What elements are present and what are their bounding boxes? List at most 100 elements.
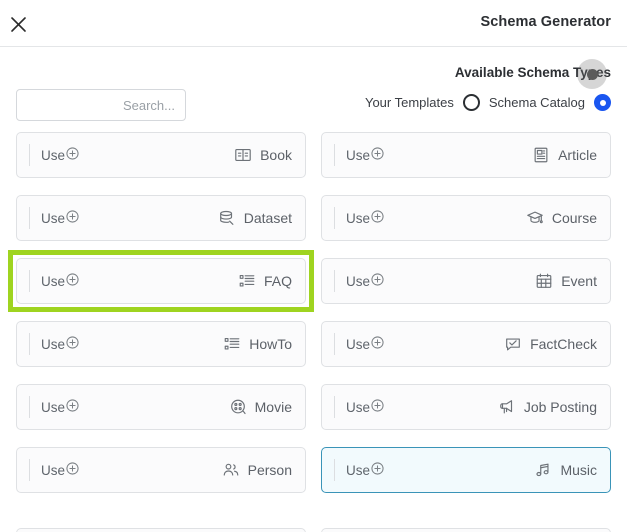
use-button[interactable]: Use [334, 270, 384, 292]
film-reel-icon [229, 398, 247, 416]
use-label: Use [41, 336, 66, 352]
plus-circle-icon [66, 147, 79, 163]
schema-type-name: Course [551, 210, 597, 226]
radio-schema-catalog[interactable] [594, 94, 611, 111]
plus-circle-icon [66, 273, 79, 289]
dialog-header: Schema Generator [0, 0, 627, 47]
use-button[interactable]: Use [29, 207, 79, 229]
schema-type-card-event[interactable]: Use Event [321, 258, 611, 304]
radio-label-schema-catalog: Schema Catalog [488, 95, 585, 110]
schema-type-card-dataset[interactable]: Use Dataset [16, 195, 306, 241]
use-label: Use [41, 273, 66, 289]
schema-type-card-movie[interactable]: Use Movie [16, 384, 306, 430]
plus-circle-icon [371, 147, 384, 163]
schema-type-card-article[interactable]: Use Article [321, 132, 611, 178]
card-partial-left[interactable] [16, 528, 306, 532]
schema-type-card-course[interactable]: Use Course [321, 195, 611, 241]
plus-circle-icon [371, 462, 384, 478]
schema-type-label-group: Course [526, 209, 597, 227]
use-button[interactable]: Use [334, 396, 384, 418]
schema-type-name: FactCheck [530, 336, 597, 352]
schema-type-card-job-posting[interactable]: Use Job Posting [321, 384, 611, 430]
plus-circle-icon [66, 399, 79, 415]
search-input[interactable] [16, 89, 186, 121]
use-button[interactable]: Use [334, 144, 384, 166]
use-button[interactable]: Use [334, 207, 384, 229]
schema-type-card-howto[interactable]: Use HowTo [16, 321, 306, 367]
use-label: Use [41, 462, 66, 478]
plus-circle-icon [66, 210, 79, 226]
schema-type-name: Event [561, 273, 597, 289]
schema-type-label-group: Dataset [218, 209, 292, 227]
use-label: Use [346, 399, 371, 415]
schema-type-label-group: Event [535, 272, 597, 290]
use-button[interactable]: Use [29, 333, 79, 355]
use-label: Use [41, 147, 66, 163]
schema-type-card-factcheck[interactable]: Use FactCheck [321, 321, 611, 367]
use-button[interactable]: Use [29, 396, 79, 418]
use-button[interactable]: Use [334, 333, 384, 355]
plus-circle-icon [371, 210, 384, 226]
use-label: Use [346, 336, 371, 352]
check-bubble-icon [504, 335, 522, 353]
schema-type-label-group: Movie [229, 398, 292, 416]
close-button[interactable] [4, 10, 32, 38]
use-button[interactable]: Use [29, 459, 79, 481]
schema-type-label-group: HowTo [223, 335, 292, 353]
schema-type-label-group: Person [222, 461, 292, 479]
graduation-cap-icon [526, 209, 544, 227]
schema-type-name: Job Posting [523, 399, 597, 415]
schema-generator-dialog: Schema Generator Available Schema Types … [0, 0, 627, 532]
radio-your-templates[interactable] [462, 94, 480, 111]
close-icon [9, 15, 28, 34]
search-box [16, 89, 186, 121]
plus-circle-icon [66, 462, 79, 478]
use-button[interactable]: Use [29, 144, 79, 166]
schema-type-name: HowTo [249, 336, 292, 352]
schema-type-card-faq[interactable]: Use FAQ [16, 258, 306, 304]
schema-type-grid: Use Book Use Article Use Dataset Use Course Use F… [0, 132, 627, 493]
schema-type-card-book[interactable]: Use Book [16, 132, 306, 178]
schema-type-label-group: Book [234, 146, 292, 164]
schema-type-label-group: Music [534, 461, 597, 479]
schema-type-label-group: Job Posting [498, 398, 597, 416]
schema-type-label-group: FAQ [238, 272, 292, 290]
schema-type-name: Music [560, 462, 597, 478]
plus-circle-icon [66, 336, 79, 352]
megaphone-icon [498, 398, 516, 416]
use-label: Use [346, 273, 371, 289]
source-toggle-group: Your Templates Schema Catalog [365, 94, 611, 111]
database-icon [218, 209, 236, 227]
music-note-icon [534, 461, 552, 479]
list-bullet-icon [223, 335, 241, 353]
use-label: Use [346, 210, 371, 226]
calendar-icon [535, 272, 553, 290]
schema-type-name: Dataset [243, 210, 292, 226]
use-button[interactable]: Use [29, 270, 79, 292]
schema-type-label-group: Article [532, 146, 597, 164]
controls-bar: Available Schema Types Your Templates Sc… [0, 47, 627, 132]
card-partial-right[interactable] [321, 528, 611, 532]
schema-type-label-group: FactCheck [504, 335, 597, 353]
list-bullet-icon [238, 272, 256, 290]
use-button[interactable]: Use [334, 459, 384, 481]
use-label: Use [41, 399, 66, 415]
schema-type-card-music[interactable]: Use Music [321, 447, 611, 493]
grid-overflow-strip [16, 528, 611, 532]
schema-type-name: Article [558, 147, 597, 163]
section-title: Available Schema Types [454, 65, 611, 80]
book-icon [234, 146, 252, 164]
use-label: Use [41, 210, 66, 226]
schema-type-card-person[interactable]: Use Person [16, 447, 306, 493]
dialog-title: Schema Generator [480, 14, 611, 30]
radio-label-your-templates: Your Templates [364, 95, 454, 110]
schema-type-name: Movie [254, 399, 292, 415]
article-icon [532, 146, 550, 164]
schema-type-name: Person [247, 462, 292, 478]
use-label: Use [346, 147, 371, 163]
people-icon [222, 461, 240, 479]
plus-circle-icon [371, 336, 384, 352]
schema-type-name: Book [260, 147, 292, 163]
schema-type-name: FAQ [263, 273, 292, 289]
use-label: Use [346, 462, 371, 478]
